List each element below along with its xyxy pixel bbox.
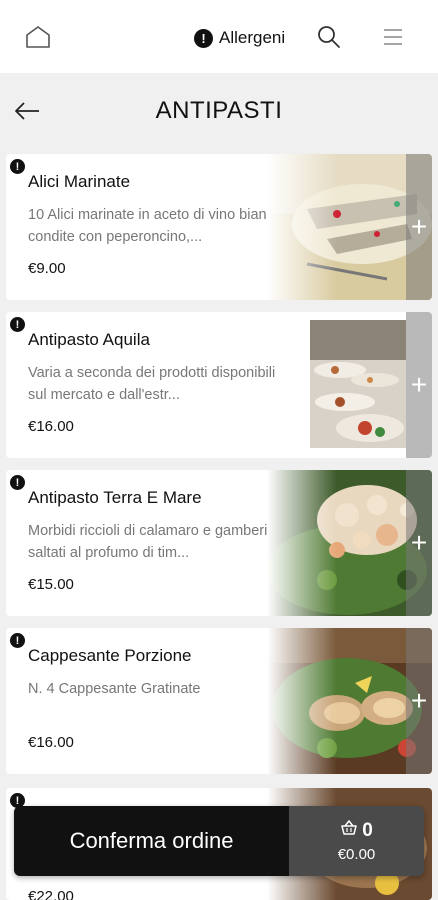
product-name: Antipasto Aquila (28, 330, 150, 349)
confirm-order-button[interactable]: Conferma ordine (14, 806, 289, 876)
product-price: €9.00 (28, 260, 66, 277)
exclamation-circle-icon: ! (194, 28, 213, 48)
category-header: ANTIPASTI (0, 73, 438, 151)
allergen-alert-icon[interactable]: ! (10, 633, 25, 648)
product-description: Varia a seconda dei prodotti disponibili… (28, 365, 276, 403)
add-to-cart-button[interactable]: + (406, 312, 432, 458)
product-description: N. 4 Cappesante Gratinate (28, 681, 201, 697)
cart-count-row: 0 (340, 819, 373, 842)
allergen-alert-icon[interactable]: ! (10, 159, 25, 174)
allergen-alert-icon[interactable]: ! (10, 317, 25, 332)
product-image (310, 320, 406, 448)
product-card[interactable]: ! Cappesante Porzione N. 4 Cappesante Gr… (6, 628, 432, 774)
search-icon[interactable] (316, 24, 342, 50)
product-card[interactable]: ! Alici Marinate 10 Alici marinate in ac… (6, 154, 432, 300)
cart-count: 0 (362, 819, 373, 841)
product-name: Cappesante Porzione (28, 646, 192, 665)
product-price: €16.00 (28, 734, 74, 751)
product-card[interactable]: ! Antipasto Aquila Varia a seconda dei p… (6, 312, 432, 458)
product-description: Morbidi riccioli di calamaro e gamberi s… (28, 523, 268, 561)
allergen-alert-icon[interactable]: ! (10, 475, 25, 490)
hamburger-menu-icon[interactable] (382, 27, 404, 47)
cart-summary[interactable]: 0 €0.00 (289, 806, 424, 876)
product-price: €15.00 (28, 576, 74, 593)
product-price: €22.00 (28, 888, 74, 900)
add-to-cart-button[interactable]: + (406, 154, 432, 300)
product-price: €16.00 (28, 418, 74, 435)
cart-total: €0.00 (337, 845, 376, 863)
basket-icon (340, 819, 358, 842)
product-card[interactable]: ! Antipasto Terra E Mare Morbidi ricciol… (6, 470, 432, 616)
add-to-cart-button[interactable]: + (406, 470, 432, 616)
product-name: Antipasto Terra E Mare (28, 488, 202, 507)
add-to-cart-button[interactable]: + (406, 628, 432, 774)
product-name: Alici Marinate (28, 172, 131, 191)
home-icon[interactable] (24, 24, 52, 50)
allergen-label: Allergeni (219, 28, 286, 47)
cart-bar: Conferma ordine 0 €0.00 (14, 806, 424, 876)
page-title: ANTIPASTI (155, 97, 283, 124)
product-description: 10 Alici marinate in aceto di vino bianc… (28, 207, 282, 245)
allergen-button[interactable]: ! Allergeni (194, 24, 285, 52)
top-bar: ! Allergeni (0, 0, 438, 73)
